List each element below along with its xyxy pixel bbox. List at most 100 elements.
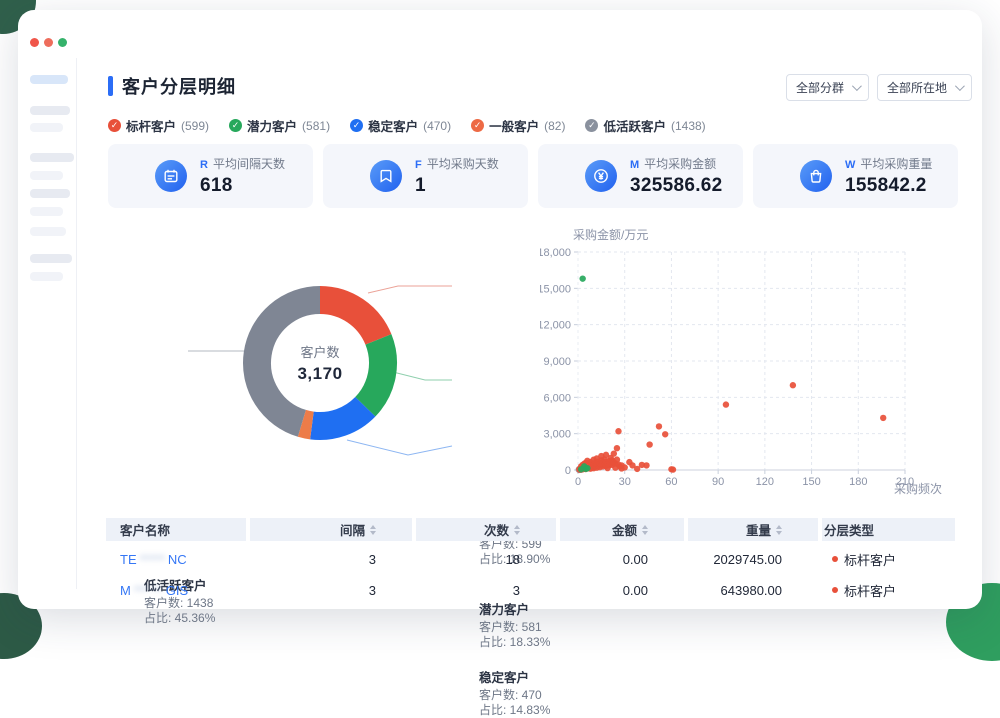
sidebar [18,10,76,609]
legend-label: 低活跃客户 [603,116,666,135]
legend-label: 潜力客户 [247,116,297,135]
donut-center-label: 客户数 [297,342,342,361]
cell-amount: 0.00 [560,552,684,567]
metric-code: W [845,159,855,171]
cell-weight: 2029745.00 [688,552,818,567]
customer-segment-donut-chart: 客户数 3,170 标杆客户 客户数: 599 占比: 18.90% 潜力客户 … [100,258,540,490]
metric-label: 平均间隔天数 [213,155,285,172]
cell-interval: 3 [250,552,412,567]
cell-interval: 3 [250,583,412,598]
svg-text:12,000: 12,000 [540,320,571,332]
legend-label: 一般客户 [489,116,539,135]
svg-text:90: 90 [712,476,724,488]
legend-item-general[interactable]: ✓ 一般客户 (82) [471,116,565,135]
sort-icon[interactable] [642,525,648,535]
scatter-chart-canvas[interactable]: 03,0006,0009,00012,00015,00018,000030609… [540,225,980,503]
bag-icon [800,160,832,192]
metric-label: 平均采购天数 [427,155,499,172]
segment-filter-value: 全部分群 [796,79,844,96]
sidebar-skeleton-item [30,254,72,263]
location-filter-value: 全部所在地 [887,79,947,96]
stat-card-recency: R平均间隔天数 618 [108,144,313,208]
cell-type: 标杆客户 [822,581,955,600]
metric-value: 618 [200,175,285,197]
legend-item-inactive[interactable]: ✓ 低活跃客户 (1438) [585,116,705,135]
metric-value: 325586.62 [630,175,723,197]
sidebar-skeleton-item [30,171,63,180]
svg-text:60: 60 [665,476,677,488]
leader-line-potential [393,372,452,380]
segment-dot-icon [832,556,838,562]
legend-item-benchmark[interactable]: ✓ 标杆客户 (599) [108,116,209,135]
table-header-row: 客户名称 间隔 次数 金额 重量 [106,518,955,541]
metric-value: 1 [415,175,499,197]
customer-name-link[interactable]: TE*****NC [120,552,187,567]
donut-callout-potential: 潜力客户 客户数: 581 占比: 18.33% [479,603,550,650]
chevron-down-icon [955,81,965,91]
svg-text:15,000: 15,000 [540,283,571,295]
table-row: TE*****NC 3 18 0.00 2029745.00 标杆客户 [106,546,955,572]
column-header-interval[interactable]: 间隔 [250,518,412,541]
legend-count: (470) [423,119,451,133]
segment-legend: ✓ 标杆客户 (599) ✓ 潜力客户 (581) ✓ 稳定客户 (470) ✓… [108,116,706,135]
yen-icon [585,160,617,192]
svg-text:3,000: 3,000 [543,429,571,441]
svg-text:6,000: 6,000 [543,392,571,404]
sort-icon[interactable] [776,525,782,535]
sort-icon[interactable] [370,525,376,535]
donut-center-value: 3,170 [297,364,342,384]
check-circle-icon: ✓ [108,119,121,132]
cell-amount: 0.00 [560,583,684,598]
svg-text:0: 0 [565,465,571,477]
segment-dot-icon [832,587,838,593]
table-row: M*** **GIS 3 3 0.00 643980.00 标杆客户 [106,577,955,603]
location-filter-select[interactable]: 全部所在地 [877,74,972,101]
svg-text:120: 120 [756,476,774,488]
svg-text:180: 180 [849,476,867,488]
stat-card-frequency: F 平均采购天数 1 [323,144,528,208]
sidebar-skeleton-item [30,123,63,132]
title-accent-bar [108,76,113,96]
metric-code: F [415,159,422,171]
column-header-type: 分层类型 [822,518,955,541]
sidebar-skeleton-item [30,227,66,236]
donut-callout-stable: 稳定客户 客户数: 470 占比: 14.83% [479,671,550,718]
column-header-amount[interactable]: 金额 [560,518,684,541]
svg-text:150: 150 [802,476,820,488]
legend-count: (1438) [671,119,706,133]
column-header-times[interactable]: 次数 [416,518,556,541]
sidebar-skeleton-item [30,272,63,281]
stat-card-weight: W平均采购重量 155842.2 [753,144,958,208]
leader-line-stable [347,440,452,455]
legend-item-potential[interactable]: ✓ 潜力客户 (581) [229,116,330,135]
column-header-weight[interactable]: 重量 [688,518,818,541]
app-window: 客户分层明细 全部分群 全部所在地 ✓ 标杆客户 (599) ✓ 潜力客户 (5… [18,10,982,609]
legend-item-stable[interactable]: ✓ 稳定客户 (470) [350,116,451,135]
customer-name-link[interactable]: M*** **GIS [120,583,188,598]
cell-times: 18 [416,552,556,567]
purchase-scatter-chart: 03,0006,0009,00012,00015,00018,000030609… [540,225,980,503]
metric-label: 平均采购重量 [860,155,932,172]
leader-line-benchmark [368,286,452,293]
check-circle-icon: ✓ [350,119,363,132]
bookmark-icon [370,160,402,192]
sidebar-skeleton-item [30,207,63,216]
cell-weight: 643980.00 [688,583,818,598]
check-circle-icon: ✓ [471,119,484,132]
sort-icon[interactable] [514,525,520,535]
legend-count: (581) [302,119,330,133]
column-header-name: 客户名称 [106,518,246,541]
chevron-down-icon [852,81,862,91]
calendar-icon [155,160,187,192]
redacted-text: *** ** [134,583,163,598]
legend-label: 稳定客户 [368,116,418,135]
segment-filter-select[interactable]: 全部分群 [786,74,869,101]
svg-text:30: 30 [619,476,631,488]
legend-label: 标杆客户 [126,116,176,135]
page-title: 客户分层明细 [122,73,236,99]
metric-code: M [630,159,639,171]
svg-text:采购频次: 采购频次 [894,481,942,496]
stat-card-monetary: M平均采购金额 325586.62 [538,144,743,208]
legend-count: (82) [544,119,565,133]
cell-type: 标杆客户 [822,550,955,569]
